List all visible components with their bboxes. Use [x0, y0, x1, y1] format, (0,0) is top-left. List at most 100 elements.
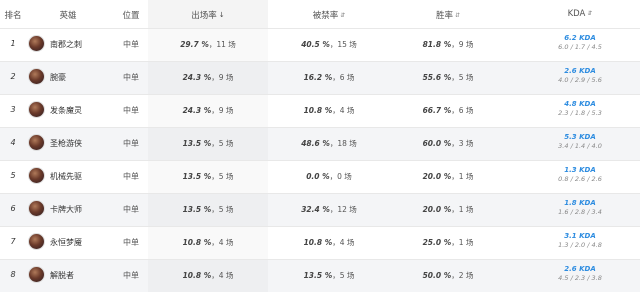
- table-row[interactable]: 3 发条魔灵 中单 24.3 %，9 场 10.8 %，4 场 66.7 %，6…: [0, 94, 640, 127]
- ban-rate: 16.2 %，6 场: [270, 72, 388, 83]
- win-rate: 66.7 %，6 场: [388, 105, 508, 116]
- kda-value: 5.3 KDA: [564, 133, 596, 141]
- kda-detail: 2.3 / 1.8 / 5.3: [558, 109, 602, 117]
- ban-rate-pct: 16.2 %: [303, 73, 333, 82]
- rank: 6: [10, 204, 16, 213]
- pick-rate-pct: 24.3 %: [182, 106, 212, 115]
- sort-icon[interactable]: ⇵: [340, 12, 345, 19]
- rank: 8: [10, 270, 16, 279]
- hero-name[interactable]: 机械先驱: [50, 171, 82, 182]
- ban-rate: 10.8 %，4 场: [270, 237, 388, 248]
- ban-count: 4 场: [339, 238, 355, 247]
- header-kda[interactable]: KDA ⇵: [520, 9, 640, 19]
- pick-rate: 29.7 %，11 场: [148, 39, 268, 50]
- hero-avatar[interactable]: [28, 266, 45, 283]
- sort-icon[interactable]: ⇵: [455, 12, 460, 19]
- rank: 1: [10, 39, 16, 48]
- sort-desc-icon[interactable]: ↓: [219, 11, 225, 19]
- pick-rate: 13.5 %，5 场: [148, 171, 268, 182]
- pick-rate-pct: 24.3 %: [182, 73, 212, 82]
- ban-rate-pct: 13.5 %: [303, 271, 333, 280]
- hero-avatar[interactable]: [28, 134, 45, 151]
- hero-avatar[interactable]: [28, 167, 45, 184]
- header-pick-rate[interactable]: 出场率 ↓: [148, 9, 268, 21]
- position: 中单: [123, 172, 139, 181]
- win-rate-sep: ，: [451, 205, 459, 214]
- position: 中单: [123, 106, 139, 115]
- ban-count: 18 场: [337, 139, 357, 148]
- ban-rate-pct: 32.4 %: [301, 205, 330, 214]
- ban-count: 5 场: [339, 271, 355, 280]
- header-ban-rate[interactable]: 被禁率 ⇵: [270, 9, 388, 21]
- hero-avatar[interactable]: [28, 68, 45, 85]
- pick-count: 5 场: [218, 172, 234, 181]
- ban-count: 6 场: [339, 73, 355, 82]
- position: 中单: [123, 205, 139, 214]
- position: 中单: [123, 238, 139, 247]
- pick-count: 11 场: [216, 40, 236, 49]
- header-pick-rate-label: 出场率: [191, 11, 217, 21]
- hero-avatar[interactable]: [28, 101, 45, 118]
- hero-name[interactable]: 永恒梦魇: [50, 237, 82, 248]
- hero-name[interactable]: 南郡之刺: [50, 39, 82, 50]
- table-row[interactable]: 2 腕豪 中单 24.3 %，9 场 16.2 %，6 场 55.6 %，5 场…: [0, 61, 640, 94]
- table-row[interactable]: 1 南郡之刺 中单 29.7 %，11 场 40.5 %，15 场 81.8 %…: [0, 28, 640, 61]
- hero-avatar[interactable]: [28, 233, 45, 250]
- ban-rate: 0.0 %，0 场: [270, 171, 388, 182]
- kda-value: 2.6 KDA: [564, 265, 596, 273]
- pick-rate-sep: ，: [211, 106, 219, 115]
- table-row[interactable]: 7 永恒梦魇 中单 10.8 %，4 场 10.8 %，4 场 25.0 %，1…: [0, 226, 640, 259]
- pick-rate: 24.3 %，9 场: [148, 105, 268, 116]
- ban-count: 4 场: [339, 106, 355, 115]
- ban-rate-sep: ，: [332, 106, 340, 115]
- pick-rate: 24.3 %，9 场: [148, 72, 268, 83]
- ban-rate-pct: 10.8 %: [303, 238, 333, 247]
- header-win-rate[interactable]: 胜率 ⇵: [388, 9, 508, 21]
- table-row[interactable]: 6 卡牌大师 中单 13.5 %，5 场 32.4 %，12 场 20.0 %，…: [0, 193, 640, 226]
- hero-avatar[interactable]: [28, 35, 45, 52]
- header-rank: 排名: [4, 11, 22, 21]
- ban-rate: 10.8 %，4 场: [270, 105, 388, 116]
- rank: 3: [10, 105, 16, 114]
- pick-count: 5 场: [218, 139, 234, 148]
- win-rate: 60.0 %，3 场: [388, 138, 508, 149]
- pick-rate: 10.8 %，4 场: [148, 237, 268, 248]
- pick-rate-sep: ，: [211, 238, 219, 247]
- pick-rate: 13.5 %，5 场: [148, 204, 268, 215]
- hero-avatar[interactable]: [28, 200, 45, 217]
- ban-rate-sep: ，: [332, 271, 340, 280]
- hero-name[interactable]: 腕豪: [50, 72, 66, 83]
- rank: 4: [10, 138, 16, 147]
- kda-detail: 1.3 / 2.0 / 4.8: [558, 241, 602, 249]
- win-count: 6 场: [458, 106, 474, 115]
- header-ban-rate-label: 被禁率: [312, 11, 339, 21]
- hero-name[interactable]: 解脱者: [50, 270, 74, 281]
- pick-rate: 13.5 %，5 场: [148, 138, 268, 149]
- hero-name[interactable]: 卡牌大师: [50, 204, 82, 215]
- kda-detail: 6.0 / 1.7 / 4.5: [558, 43, 602, 51]
- win-count: 5 场: [458, 73, 474, 82]
- ban-count: 0 场: [337, 172, 352, 181]
- table-row[interactable]: 5 机械先驱 中单 13.5 %，5 场 0.0 %，0 场 20.0 %，1 …: [0, 160, 640, 193]
- position: 中单: [123, 73, 139, 82]
- win-rate-sep: ，: [451, 238, 459, 247]
- ban-rate-pct: 10.8 %: [303, 106, 333, 115]
- win-rate-pct: 60.0 %: [422, 139, 452, 148]
- pick-rate-pct: 29.7 %: [180, 40, 209, 49]
- win-rate-sep: ，: [451, 139, 459, 148]
- kda-detail: 3.4 / 1.4 / 4.0: [558, 142, 602, 150]
- hero-name[interactable]: 圣枪游侠: [50, 138, 82, 149]
- position: 中单: [123, 40, 139, 49]
- win-rate-pct: 25.0 %: [422, 238, 452, 247]
- rank: 5: [10, 171, 16, 180]
- rank: 7: [10, 237, 16, 246]
- hero-name[interactable]: 发条魔灵: [50, 105, 82, 116]
- pick-rate-sep: ，: [211, 205, 219, 214]
- table-row[interactable]: 4 圣枪游侠 中单 13.5 %，5 场 48.6 %，18 场 60.0 %，…: [0, 127, 640, 160]
- table-row[interactable]: 8 解脱者 中单 10.8 %，4 场 13.5 %，5 场 50.0 %，2 …: [0, 259, 640, 292]
- pick-rate-pct: 10.8 %: [182, 271, 212, 280]
- sort-icon[interactable]: ⇵: [587, 10, 592, 17]
- ban-count: 12 场: [337, 205, 357, 214]
- win-rate-pct: 50.0 %: [422, 271, 452, 280]
- win-count: 2 场: [458, 271, 474, 280]
